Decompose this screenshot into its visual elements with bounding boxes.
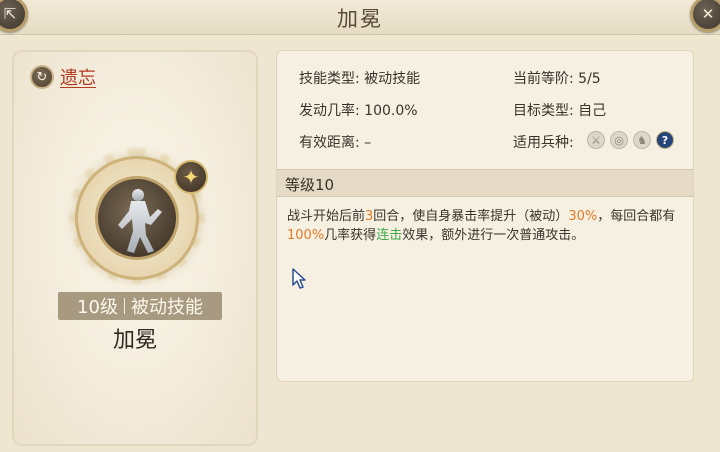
- target-type-value: 自己: [578, 103, 607, 119]
- desc-text: 效果，额外进行一次普通攻击。: [402, 228, 585, 243]
- trigger-rate-row: 发动几率: 100.0%: [299, 100, 418, 120]
- unit-type-icons: ⚔ ◎ ♞ ?: [587, 131, 674, 149]
- level-type-bar: 10级 被动技能: [58, 292, 222, 320]
- forget-button[interactable]: ↻ 遗忘: [30, 64, 96, 90]
- desc-keyword: 连击: [376, 228, 403, 243]
- skill-type-value: 被动技能: [364, 71, 421, 87]
- desc-text: 战斗开始后前: [287, 209, 366, 224]
- unit-types-label: 适用兵种:: [513, 135, 574, 151]
- skill-description: 战斗开始后前3回合，使自身暴击率提升（被动）30%，每回合都有100%几率获得连…: [287, 207, 687, 245]
- current-rank-value: 5/5: [578, 71, 601, 87]
- bow-icon[interactable]: ◎: [610, 131, 628, 149]
- window-title: 加冕: [337, 7, 383, 31]
- skill-name: 加冕: [112, 328, 157, 353]
- target-type-label: 目标类型:: [513, 103, 574, 119]
- desc-number: 30%: [568, 209, 598, 224]
- trigger-rate-label: 发动几率:: [299, 103, 360, 119]
- close-icon: ✕: [701, 4, 715, 23]
- target-type-row: 目标类型: 自己: [513, 100, 606, 120]
- horse-icon[interactable]: ♞: [633, 131, 651, 149]
- unit-types-row: 适用兵种:: [513, 132, 574, 152]
- desc-text: ，每回合都有: [597, 209, 676, 224]
- skill-type-tag: 被动技能: [130, 297, 203, 318]
- range-label: 有效距离:: [299, 135, 360, 151]
- skill-detail-panel: 技能类型: 被动技能 当前等阶: 5/5 发动几率: 100.0% 目标类型: …: [276, 50, 694, 382]
- desc-text: 回合，使自身暴击率提升（被动）: [373, 209, 569, 224]
- mouse-cursor-icon: [292, 268, 306, 289]
- skill-icon: [95, 176, 179, 260]
- desc-number: 100%: [287, 228, 325, 243]
- help-glyph: ?: [661, 133, 669, 147]
- forget-icon: ↻: [30, 65, 54, 89]
- current-rank-label: 当前等阶:: [513, 71, 574, 87]
- range-row: 有效距离: –: [299, 132, 371, 152]
- skill-type-label: 技能类型:: [299, 71, 360, 87]
- warrior-figure-icon: [118, 189, 162, 253]
- star-badge-icon: ✦: [174, 160, 208, 194]
- forget-label: 遗忘: [60, 68, 96, 89]
- skill-type-row: 技能类型: 被动技能: [299, 68, 420, 88]
- range-value: –: [364, 135, 372, 151]
- desc-text: 几率获得: [324, 228, 377, 243]
- separator: [123, 298, 125, 314]
- skill-level: 10级: [77, 297, 118, 318]
- trigger-rate-value: 100.0%: [364, 103, 418, 119]
- skill-portrait-panel: ↻ 遗忘 ✦ 10级 被动技能 加冕: [12, 50, 258, 446]
- level-header-text: 等级10: [285, 176, 335, 194]
- help-icon[interactable]: ?: [656, 131, 674, 149]
- level-header: 等级10: [277, 169, 693, 197]
- title-bar: ⇱ 加冕 ✕: [0, 0, 720, 35]
- sword-icon[interactable]: ⚔: [587, 131, 605, 149]
- current-rank-row: 当前等阶: 5/5: [513, 68, 601, 88]
